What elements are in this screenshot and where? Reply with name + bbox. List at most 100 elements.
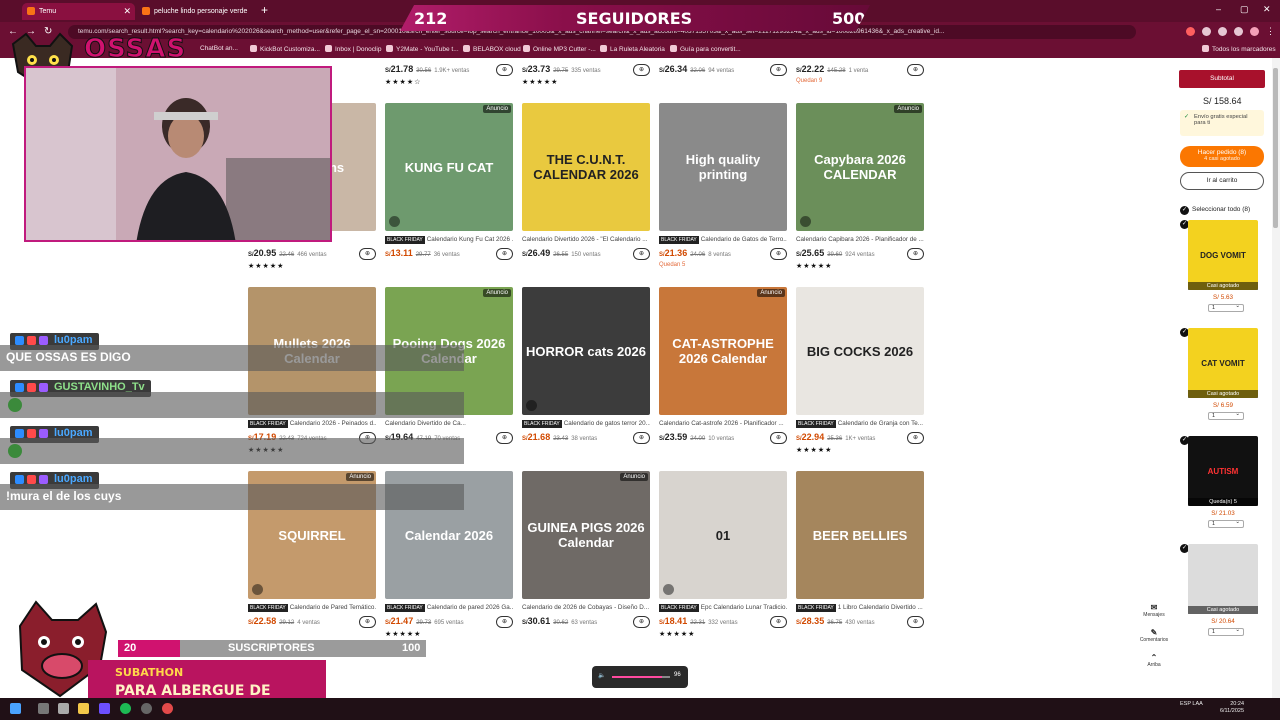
tab-temu[interactable]: Temu ✕ <box>22 3 135 20</box>
product-title[interactable]: BLACK FRIDAY Calendario Kung Fu Cat 2026 … <box>385 236 513 246</box>
product-title[interactable]: BLACK FRIDAY Calendario de gatos terror 2… <box>522 420 650 430</box>
bookmark-item[interactable]: La Ruleta Aleatoria <box>600 45 665 53</box>
cart-item-image[interactable]: DOG VOMIT Casi agotado <box>1188 220 1258 290</box>
add-to-cart-icon[interactable]: ⊕ <box>496 248 513 260</box>
add-to-cart-icon[interactable]: ⊕ <box>633 248 650 260</box>
play-icon[interactable] <box>389 216 400 227</box>
minimize-icon[interactable]: – <box>1216 4 1221 14</box>
new-tab-icon[interactable]: + <box>261 3 268 17</box>
quantity-select[interactable]: 1 ⌄ <box>1208 303 1244 312</box>
product-title[interactable]: Calendario Divertido de Ca... <box>385 420 513 430</box>
product-image[interactable]: Capybara 2026 CALENDAR Anuncio <box>796 103 924 231</box>
add-to-cart-icon[interactable]: ⊕ <box>359 616 376 628</box>
cart-item[interactable]: ✓ DOG VOMIT Casi agotado S/ 5.63 1 ⌄ <box>1180 220 1258 312</box>
product-title[interactable]: BLACK FRIDAY 1 Libro Calendario Divertido… <box>796 604 924 614</box>
add-to-cart-icon[interactable]: ⊕ <box>496 64 513 76</box>
extensions-puzzle-icon[interactable] <box>1234 27 1243 36</box>
bookmark-item[interactable]: ChatBot an... <box>200 45 238 52</box>
cart-item[interactable]: ✓ CAT VOMIT Casi agotado S/ 6.59 1 ⌄ <box>1180 328 1258 420</box>
product-title[interactable]: Calendario Cat-astrofe 2026 - Planificad… <box>659 420 787 430</box>
subtotal-button[interactable]: Subtotal <box>1179 70 1265 88</box>
cart-item[interactable]: ✓ AUTISM Queda(n) 5 S/ 21.03 1 ⌄ <box>1180 436 1258 528</box>
comments-button[interactable]: ✎ Comentarios <box>1138 628 1170 643</box>
menu-icon[interactable]: ⋮ <box>1266 26 1275 37</box>
product-title[interactable]: Calendario de 2026 de Cobayas - Diseño D… <box>522 604 650 614</box>
product-card[interactable]: HORROR cats 2026 BLACK FRIDAY Calendario d… <box>522 287 650 446</box>
discord-icon[interactable] <box>99 703 110 714</box>
product-title[interactable]: BLACK FRIDAY Calendario de Pared Temático… <box>248 604 376 614</box>
product-card[interactable]: BEER BELLIES BLACK FRIDAY 1 Libro Calendar… <box>796 471 924 630</box>
bookmark-item[interactable]: Guía para convertit... <box>670 45 741 53</box>
maximize-icon[interactable]: ▢ <box>1240 4 1249 15</box>
cart-item[interactable]: ✓ Casi agotado S/ 20.64 1 ⌄ <box>1180 544 1258 636</box>
task-view-icon[interactable] <box>58 703 69 714</box>
product-card[interactable]: High quality printing BLACK FRIDAY Calenda… <box>659 103 787 270</box>
add-to-cart-icon[interactable]: ⊕ <box>496 616 513 628</box>
partial-product-card[interactable]: S/22.22 145.28 1 venta ⊕ Quedan 9 <box>796 62 924 86</box>
product-image[interactable]: HORROR cats 2026 <box>522 287 650 415</box>
play-icon[interactable] <box>800 216 811 227</box>
partial-product-card[interactable]: S/21.78 30.56 1.9K+ ventas ⊕ ★★★★☆ <box>385 62 513 86</box>
quantity-select[interactable]: 1 ⌄ <box>1208 519 1244 528</box>
product-title[interactable]: Calendario Divertido 2026 - "El Calendar… <box>522 236 650 246</box>
bookmark-item[interactable]: BELABOX cloud <box>463 45 521 53</box>
add-to-cart-icon[interactable]: ⊕ <box>907 616 924 628</box>
product-image[interactable]: High quality printing <box>659 103 787 231</box>
product-title[interactable]: BLACK FRIDAY Calendario de Gatos de Terro… <box>659 236 787 246</box>
obs-icon[interactable] <box>141 703 152 714</box>
search-icon[interactable] <box>38 703 49 714</box>
add-to-cart-icon[interactable]: ⊕ <box>770 616 787 628</box>
file-explorer-icon[interactable] <box>78 703 89 714</box>
product-card[interactable]: Capybara 2026 CALENDAR Anuncio Calendario … <box>796 103 924 270</box>
place-order-button[interactable]: Hacer pedido (8) 4 casi agotado <box>1180 146 1264 167</box>
product-image[interactable]: CAT-ASTROPHE 2026 Calendar Anuncio <box>659 287 787 415</box>
play-icon[interactable] <box>526 400 537 411</box>
product-card[interactable]: BIG COCKS 2026 BLACK FRIDAY Calendario de … <box>796 287 924 454</box>
quantity-select[interactable]: 1 ⌄ <box>1208 627 1244 636</box>
add-to-cart-icon[interactable]: ⊕ <box>633 616 650 628</box>
add-to-cart-icon[interactable]: ⊕ <box>907 432 924 444</box>
product-card[interactable]: THE C.U.N.T. CALENDAR 2026 Calendario Div… <box>522 103 650 262</box>
partial-product-card[interactable]: S/23.73 29.75 335 ventas ⊕ ★★★★★ <box>522 62 650 86</box>
add-to-cart-icon[interactable]: ⊕ <box>496 432 513 444</box>
product-title[interactable]: Calendario Capibara 2026 - Planificador … <box>796 236 924 246</box>
scrollbar-thumb[interactable] <box>1273 68 1278 228</box>
chrome-icon[interactable] <box>162 703 173 714</box>
bookmark-item[interactable]: Y2Mate - YouTube t... <box>386 45 459 53</box>
product-image[interactable]: THE C.U.N.T. CALENDAR 2026 <box>522 103 650 231</box>
quantity-select[interactable]: 1 ⌄ <box>1208 411 1244 420</box>
go-to-cart-button[interactable]: Ir al carrito <box>1180 172 1264 190</box>
cart-item-image[interactable]: CAT VOMIT Casi agotado <box>1188 328 1258 398</box>
messages-button[interactable]: ✉ Mensajes <box>1138 603 1170 618</box>
cart-item-image[interactable]: Casi agotado <box>1188 544 1258 614</box>
add-to-cart-icon[interactable]: ⊕ <box>359 248 376 260</box>
product-card[interactable]: 01 BLACK FRIDAY Epc Calendario Lunar Tradi… <box>659 471 787 638</box>
close-tab-icon[interactable]: ✕ <box>123 3 131 20</box>
play-icon[interactable] <box>252 584 263 595</box>
bookmark-item[interactable]: Online MP3 Cutter -... <box>523 45 596 53</box>
profile-avatar[interactable] <box>1250 27 1259 36</box>
tab-peluche[interactable]: peluche lindo personaje verde <box>137 3 257 20</box>
product-card[interactable]: KUNG FU CAT Anuncio BLACK FRIDAY Calendario… <box>385 103 513 262</box>
product-title[interactable]: BLACK FRIDAY Calendario de pared 2026 Ga.… <box>385 604 513 614</box>
select-all-checkbox[interactable]: ✓ Seleccionar todo (8) <box>1180 206 1250 215</box>
add-to-cart-icon[interactable]: ⊕ <box>907 64 924 76</box>
play-icon[interactable] <box>663 584 674 595</box>
product-image[interactable]: KUNG FU CAT Anuncio <box>385 103 513 231</box>
product-card[interactable]: GUINEA PIGS 2026 Calendar Anuncio Calendar… <box>522 471 650 630</box>
product-title[interactable]: BLACK FRIDAY Calendario 2026 - Peinados d… <box>248 420 376 430</box>
product-image[interactable]: BIG COCKS 2026 <box>796 287 924 415</box>
close-window-icon[interactable]: ✕ <box>1263 4 1271 15</box>
partial-product-card[interactable]: S/26.34 32.06 94 ventas ⊕ <box>659 62 787 78</box>
product-image[interactable]: BEER BELLIES <box>796 471 924 599</box>
add-to-cart-icon[interactable]: ⊕ <box>907 248 924 260</box>
windows-start-icon[interactable] <box>10 703 21 714</box>
back-to-top-button[interactable]: ⌃ Arriba <box>1138 653 1170 668</box>
bookmark-item[interactable]: Inbox | Donoclip <box>325 45 382 53</box>
language-indicator[interactable]: ESP LAA <box>1180 701 1203 708</box>
add-to-cart-icon[interactable]: ⊕ <box>770 64 787 76</box>
product-image[interactable]: GUINEA PIGS 2026 Calendar Anuncio <box>522 471 650 599</box>
clock[interactable]: 20:24 6/11/2025 <box>1220 701 1244 715</box>
product-card[interactable]: CAT-ASTROPHE 2026 Calendar Anuncio Calenda… <box>659 287 787 446</box>
spotify-icon[interactable] <box>120 703 131 714</box>
